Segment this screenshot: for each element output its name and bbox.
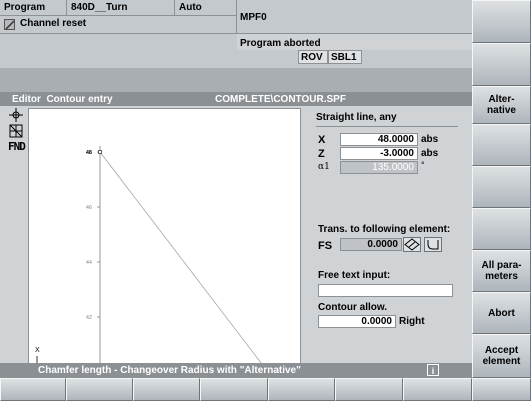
contour-allow-label: Contour allow. xyxy=(318,302,388,313)
y-tick-label: 44 xyxy=(86,260,92,266)
y-tick-label: 42 xyxy=(86,315,92,321)
softkey-h2[interactable] xyxy=(66,378,133,401)
control-label: 840D__Turn xyxy=(67,0,175,16)
radius-icon[interactable] xyxy=(424,237,442,252)
editor-file-path: COMPLETE\CONTOUR.SPF xyxy=(215,94,346,105)
chamfer-icon[interactable] xyxy=(403,237,421,252)
softkey-h3[interactable] xyxy=(133,378,200,401)
softkey-h7[interactable] xyxy=(403,378,472,401)
header-program-area xyxy=(237,0,472,34)
fs-input[interactable]: 0.0000 xyxy=(340,238,402,251)
contour-tool-icon[interactable] xyxy=(9,108,23,122)
softkey-h8[interactable] xyxy=(472,378,531,401)
softkey-h5[interactable] xyxy=(268,378,335,401)
program-name: MPF0 xyxy=(240,12,267,23)
element-title-underline xyxy=(316,126,458,127)
softkey-h6[interactable] xyxy=(335,378,403,401)
alternative-button[interactable]: Alter- native xyxy=(472,86,531,124)
free-text-label: Free text input: xyxy=(318,270,391,281)
rov-flag: ROV xyxy=(298,50,328,64)
softkey-r5[interactable] xyxy=(472,166,531,208)
program-status: Program aborted xyxy=(240,38,321,49)
contour-start-point xyxy=(98,150,102,154)
area-label: Program xyxy=(0,0,67,16)
axis-x-label: X xyxy=(35,347,40,354)
softkey-r1[interactable] xyxy=(472,0,531,43)
contour-graphic: 4042444648-3-2-101XZ xyxy=(28,108,301,385)
sbl1-flag: SBL1 xyxy=(328,50,362,64)
softkey-h4[interactable] xyxy=(200,378,268,401)
z-label: Z xyxy=(318,148,325,160)
x-unit: abs xyxy=(421,134,439,145)
angle-unit: ° xyxy=(421,160,425,170)
info-icon[interactable]: i xyxy=(427,364,439,376)
softkey-r4[interactable] xyxy=(472,124,531,166)
reset-icon xyxy=(4,19,15,30)
angle-input[interactable]: 135.0000 xyxy=(340,161,418,174)
header-gray-band xyxy=(0,34,237,68)
transition-title: Trans. to following element: xyxy=(318,224,451,235)
angle-label: α1 xyxy=(318,162,330,172)
y-tick-label: 48 xyxy=(86,150,92,156)
softkey-h1[interactable] xyxy=(0,378,66,401)
mode-label: Auto xyxy=(175,0,237,16)
editor-title: Editor Contour entry xyxy=(12,94,113,105)
abort-button[interactable]: Abort xyxy=(472,292,531,334)
alarm-line: Channel reset xyxy=(0,16,237,34)
status-message: Chamfer length - Changeover Radius with … xyxy=(38,365,301,376)
spacer-band xyxy=(0,68,472,92)
x-input[interactable]: 48.0000 xyxy=(340,133,418,146)
accept-element-button[interactable]: Accept element xyxy=(472,334,531,378)
y-tick-label: 46 xyxy=(86,205,92,211)
x-label: X xyxy=(318,134,326,146)
fs-label: FS xyxy=(318,240,333,252)
contour-allow-side: Right xyxy=(399,316,425,327)
grid-tool-icon[interactable] xyxy=(9,124,23,138)
z-input[interactable]: -3.0000 xyxy=(340,147,418,160)
element-title: Straight line, any xyxy=(316,112,397,123)
fnd-icon[interactable]: FND xyxy=(8,140,26,153)
z-unit: abs xyxy=(421,148,439,159)
contour-allow-input[interactable]: 0.0000 xyxy=(318,315,396,328)
contour-plot: 4042444648-3-2-101XZ xyxy=(35,146,270,385)
contour-segment xyxy=(99,151,269,373)
free-text-input[interactable] xyxy=(318,284,453,297)
all-parameters-button[interactable]: All para- meters xyxy=(472,250,531,292)
softkey-r2[interactable] xyxy=(472,43,531,86)
softkey-r6[interactable] xyxy=(472,208,531,250)
